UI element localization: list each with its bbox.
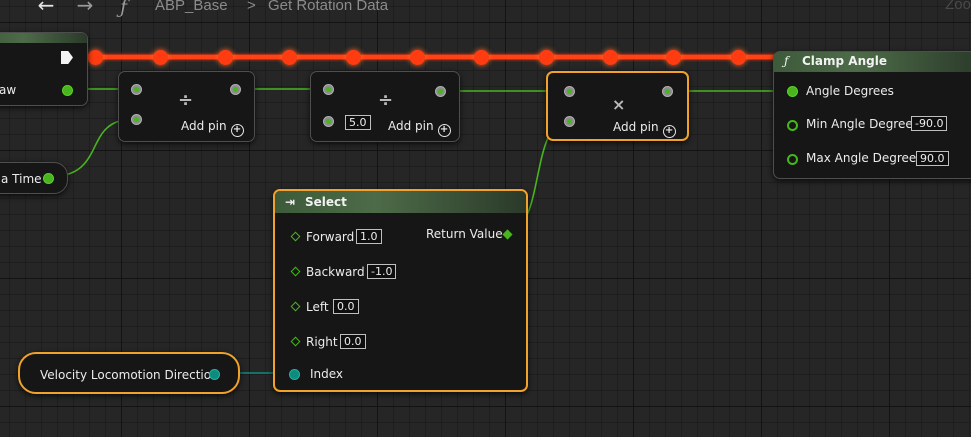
select-header: ⇥ Select xyxy=(275,191,526,213)
divide1-output-pin[interactable] xyxy=(230,84,241,95)
arrow-left-icon: ← xyxy=(37,0,55,17)
delta-time-output-pin[interactable] xyxy=(43,173,54,184)
function-icon: ƒ xyxy=(120,0,128,18)
entry-output-label: aw xyxy=(0,83,17,97)
return-value-pin[interactable] xyxy=(502,229,513,240)
velocity-locomotion-direction-label: Velocity Locomotion Direction xyxy=(40,368,219,382)
arrow-right-icon: → xyxy=(76,0,94,17)
multiply-input-b-pin[interactable] xyxy=(564,116,575,127)
divide2-add-pin-button[interactable]: Add pin + xyxy=(388,119,451,137)
exec-dot xyxy=(88,50,103,65)
exec-dot xyxy=(731,50,746,65)
exec-out-pin[interactable] xyxy=(61,51,73,64)
forward-pin[interactable] xyxy=(290,231,301,242)
exec-dot xyxy=(666,50,681,65)
select-node[interactable]: ⇥ Select Forward 1.0 Backward -1.0 Left … xyxy=(273,189,528,392)
divide1-add-pin-button[interactable]: Add pin + xyxy=(181,119,244,137)
right-pin[interactable] xyxy=(290,336,301,347)
exec-dot xyxy=(282,50,297,65)
divide2-value-field[interactable]: 5.0 xyxy=(345,115,371,130)
divide-node-1[interactable]: ÷ Add pin + xyxy=(118,71,255,142)
velocity-output-pin[interactable] xyxy=(209,369,220,380)
exec-dot xyxy=(474,50,489,65)
exec-dot xyxy=(153,50,168,65)
clamp-angle-title: Clamp Angle xyxy=(802,54,887,68)
max-angle-label: Max Angle Degrees xyxy=(806,151,923,165)
entry-output-pin[interactable] xyxy=(62,85,73,96)
multiply-add-pin-button[interactable]: Add pin + xyxy=(613,120,676,138)
max-angle-value-field[interactable]: 90.0 xyxy=(916,151,949,166)
max-angle-pin[interactable] xyxy=(787,154,798,165)
return-value-label: Return Value xyxy=(426,227,503,241)
multiply-icon: × xyxy=(612,95,626,114)
plus-circle-icon: + xyxy=(662,125,676,138)
add-pin-label: Add pin xyxy=(613,120,659,134)
divide2-output-pin[interactable] xyxy=(435,86,446,97)
angle-degrees-pin[interactable] xyxy=(787,86,798,97)
forward-label: Forward xyxy=(306,230,355,244)
plus-circle-icon: + xyxy=(437,124,451,137)
exec-dot xyxy=(603,50,618,65)
breadcrumb-current: Get Rotation Data xyxy=(268,0,389,14)
forward-value-field[interactable]: 1.0 xyxy=(356,229,382,244)
index-pin[interactable] xyxy=(289,369,300,380)
forward-button[interactable]: → xyxy=(72,0,98,17)
breadcrumb-root[interactable]: ABP_Base xyxy=(155,0,228,14)
divide2-input-a-pin[interactable] xyxy=(323,84,334,95)
right-value-field[interactable]: 0.0 xyxy=(340,334,366,349)
angle-degrees-label: Angle Degrees xyxy=(806,84,894,98)
zoom-label: Zoo xyxy=(945,0,971,13)
divide-node-2[interactable]: 5.0 ÷ Add pin + xyxy=(310,71,460,142)
min-angle-value-field[interactable]: -90.0 xyxy=(911,116,948,131)
backward-value-field[interactable]: -1.0 xyxy=(367,264,397,279)
exec-dot xyxy=(410,50,425,65)
right-label: Right xyxy=(306,335,338,349)
plus-circle-icon: + xyxy=(230,124,244,137)
multiply-input-a-pin[interactable] xyxy=(564,86,575,97)
delta-time-label: a Time xyxy=(1,172,42,186)
back-button[interactable]: ← xyxy=(33,0,59,17)
breadcrumb-separator: > xyxy=(247,0,256,14)
divide1-input-a-pin[interactable] xyxy=(131,84,142,95)
index-label: Index xyxy=(310,367,344,381)
clamp-angle-node[interactable]: ƒ Clamp Angle Angle Degrees Min Angle De… xyxy=(773,51,971,179)
select-icon: ⇥ xyxy=(285,195,296,209)
divide1-input-b-pin[interactable] xyxy=(131,114,142,125)
delta-time-node[interactable]: a Time xyxy=(0,162,68,194)
add-pin-label: Add pin xyxy=(388,119,434,133)
function-icon: ƒ xyxy=(784,54,789,68)
select-title: Select xyxy=(305,195,347,209)
multiply-output-pin[interactable] xyxy=(662,86,673,97)
velocity-locomotion-direction-node[interactable]: Velocity Locomotion Direction xyxy=(18,352,240,394)
add-pin-label: Add pin xyxy=(181,119,227,133)
min-angle-label: Min Angle Degrees xyxy=(806,117,919,131)
left-label: Left xyxy=(306,300,329,314)
multiply-node[interactable]: × Add pin + xyxy=(546,71,689,141)
backward-label: Backward xyxy=(306,265,365,279)
backward-pin[interactable] xyxy=(290,266,301,277)
clamp-angle-header: ƒ Clamp Angle xyxy=(774,52,971,72)
entry-node[interactable]: aw xyxy=(0,32,88,106)
breadcrumb-bar: ← → ƒ ABP_Base > Get Rotation Data Zoo xyxy=(0,0,971,19)
divide2-input-b-pin[interactable] xyxy=(323,116,334,127)
exec-dot xyxy=(539,50,554,65)
left-value-field[interactable]: 0.0 xyxy=(333,299,359,314)
exec-dot xyxy=(218,50,233,65)
min-angle-pin[interactable] xyxy=(787,120,798,131)
left-pin[interactable] xyxy=(290,301,301,312)
exec-dot xyxy=(346,50,361,65)
divide-icon: ÷ xyxy=(378,90,394,111)
entry-node-header xyxy=(0,33,87,43)
divide-icon: ÷ xyxy=(178,90,194,111)
